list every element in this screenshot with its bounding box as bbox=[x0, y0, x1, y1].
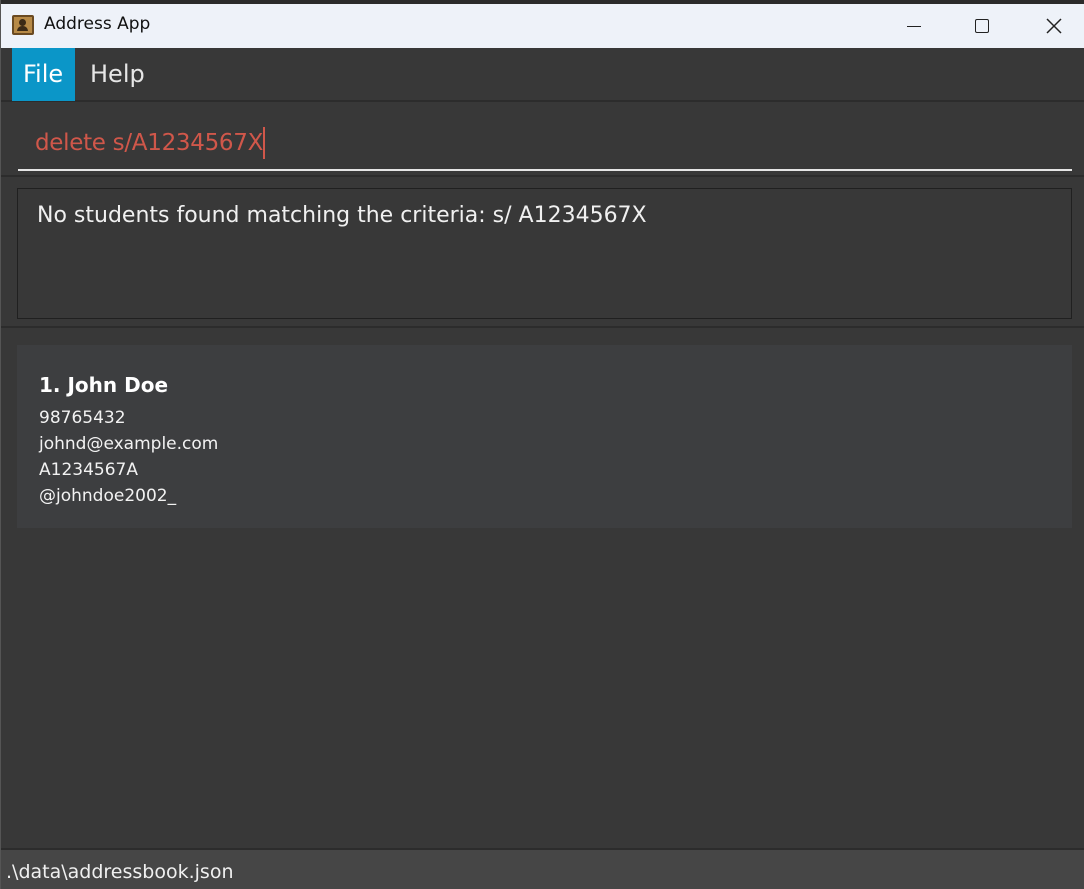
command-box-area: delete s/A1234567X bbox=[1, 103, 1084, 177]
person-handle: @johndoe2002_ bbox=[39, 486, 177, 506]
person-list[interactable]: 1. John Doe 98765432 johnd@example.com A… bbox=[1, 330, 1084, 848]
maximize-icon bbox=[975, 19, 989, 33]
person-phone: 98765432 bbox=[39, 408, 126, 428]
menu-file[interactable]: File bbox=[12, 48, 75, 101]
menu-bar: File Help bbox=[1, 48, 1084, 102]
person-student-id: A1234567A bbox=[39, 460, 138, 480]
status-bar: .\data\addressbook.json bbox=[1, 848, 1084, 889]
menu-help[interactable]: Help bbox=[79, 48, 156, 101]
result-display[interactable]: No students found matching the criteria:… bbox=[17, 188, 1072, 319]
maximize-button[interactable] bbox=[959, 4, 1005, 48]
close-button[interactable] bbox=[1031, 4, 1077, 48]
person-name: 1. John Doe bbox=[39, 373, 169, 397]
result-display-area: No students found matching the criteria:… bbox=[1, 178, 1084, 328]
command-input-text[interactable]: delete s/A1234567X bbox=[35, 127, 266, 159]
save-location: .\data\addressbook.json bbox=[6, 861, 234, 883]
person-email: johnd@example.com bbox=[39, 434, 219, 454]
person-card[interactable]: 1. John Doe 98765432 johnd@example.com A… bbox=[17, 345, 1072, 528]
close-icon bbox=[1046, 18, 1062, 34]
minimize-button[interactable] bbox=[891, 4, 937, 48]
result-message: No students found matching the criteria:… bbox=[37, 203, 647, 228]
title-bar[interactable]: Address App bbox=[1, 0, 1084, 48]
minimize-icon bbox=[907, 25, 921, 27]
window-title: Address App bbox=[44, 14, 151, 34]
command-input[interactable]: delete s/A1234567X bbox=[18, 117, 1072, 171]
address-app-window: Address App File Help delete s/A1234567X… bbox=[0, 0, 1084, 889]
address-book-icon bbox=[12, 15, 34, 35]
